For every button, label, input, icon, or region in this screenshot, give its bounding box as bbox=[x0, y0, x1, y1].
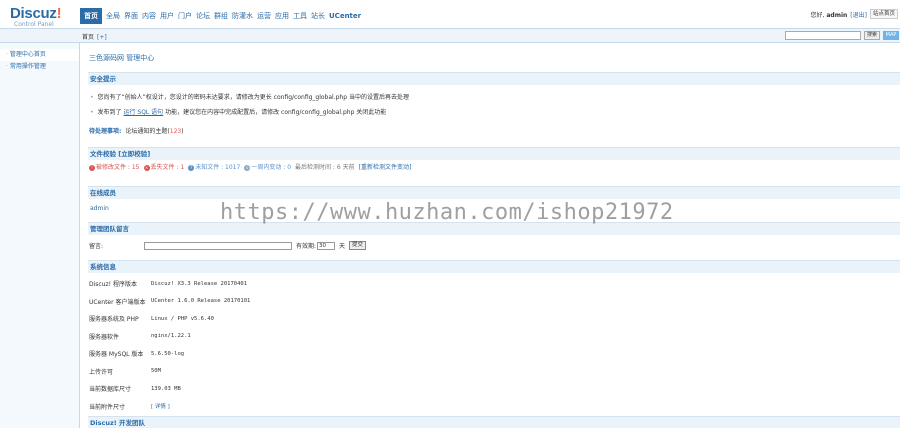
sidebar-item-dashboard[interactable]: · 管理中心首页 bbox=[0, 49, 79, 61]
section-online: 在线成员 bbox=[88, 186, 900, 199]
nav-extended[interactable]: 运营 bbox=[255, 8, 273, 24]
nav-forum[interactable]: 论坛 bbox=[194, 8, 212, 24]
table-row: 上传许可 50M bbox=[89, 368, 161, 376]
message-form: 留言: 有效期: 30 天 提交 bbox=[89, 241, 367, 250]
attachment-details-link[interactable]: [ 详情 ] bbox=[151, 402, 170, 410]
logout-link[interactable]: [退出] bbox=[850, 10, 867, 19]
bullet-icon: · bbox=[6, 63, 8, 70]
nav-founder[interactable]: 站长 bbox=[309, 8, 327, 24]
clock-icon: o bbox=[244, 165, 251, 171]
table-row: 服务器软件 nginx/1.22.1 bbox=[89, 333, 191, 341]
main-content: 三色源码网 管理中心 安全提示 • 您尚有了“创始人”权设计，您设计的密码未达要求… bbox=[80, 43, 900, 428]
week-changes[interactable]: o 一周内变动 : 0 bbox=[244, 162, 291, 171]
table-row: 服务器 MySQL 版本 5.6.50-log bbox=[89, 350, 185, 359]
add-shortcut-link[interactable]: [+] bbox=[97, 34, 107, 41]
security-tip-1: • 您尚有了“创始人”权设计，您设计的密码未达要求，请修改为更长 config/c… bbox=[90, 94, 409, 101]
nav-safe[interactable]: 防灌水 bbox=[230, 8, 255, 24]
greeting: 您好, admin bbox=[810, 11, 848, 19]
logo[interactable]: Discuz! Control Panel bbox=[10, 5, 62, 29]
question-icon: ? bbox=[188, 165, 195, 171]
table-row: 当前数据库尺寸 139.03 MB bbox=[89, 385, 181, 394]
user-area: 您好, admin [退出] 站点首页 bbox=[811, 9, 898, 19]
nav-portal[interactable]: 门户 bbox=[176, 8, 194, 24]
error-icon: × bbox=[143, 165, 150, 171]
modified-files[interactable]: ! 被修改文件 : 15 bbox=[89, 162, 140, 171]
table-row: Discuz! 程序版本 Discuz! X3.3 Release 2017040… bbox=[89, 280, 248, 289]
unknown-files[interactable]: ? 未知文件 : 1017 bbox=[188, 162, 240, 171]
table-row: UCenter 客户端版本 UCenter 1.6.0 Release 20170… bbox=[89, 298, 251, 306]
pending-count: 123 bbox=[169, 128, 182, 135]
nav-plugin[interactable]: 应用 bbox=[273, 8, 291, 24]
table-row: 服务器系统及 PHP Linux / PHP v5.6.40 bbox=[89, 315, 214, 324]
site-home-button[interactable]: 站点首页 bbox=[869, 9, 898, 19]
last-check: 最后检测时间 : 6 天前 bbox=[295, 164, 355, 171]
table-row: 当前附件尺寸[ 详情 ] bbox=[89, 402, 170, 411]
nav-user[interactable]: 用户 bbox=[158, 8, 176, 24]
nav-group[interactable]: 群组 bbox=[212, 8, 230, 24]
nav-content[interactable]: 内容 bbox=[140, 8, 158, 24]
nav-global[interactable]: 全局 bbox=[104, 8, 122, 24]
top-nav: 首页 全局 界面 内容 用户 门户 论坛 群组 防灌水 运营 应用 工具 站长 … bbox=[80, 8, 363, 24]
bullet-icon: · bbox=[6, 51, 8, 58]
search-button[interactable]: 搜索 bbox=[864, 31, 880, 40]
breadcrumb-home[interactable]: 首页 bbox=[82, 34, 94, 41]
online-user[interactable]: admin bbox=[90, 205, 109, 212]
recheck-link[interactable]: [重新检测文件变动] bbox=[359, 162, 412, 171]
nav-tools[interactable]: 工具 bbox=[291, 8, 309, 24]
section-dev-team: Discuz! 开发团队 bbox=[88, 416, 900, 428]
logo-text: Discuz! bbox=[10, 5, 62, 22]
map-button[interactable]: MAP bbox=[883, 31, 899, 40]
username: admin bbox=[826, 11, 848, 19]
message-input[interactable] bbox=[144, 241, 292, 250]
file-check-status: ! 被修改文件 : 15 × 丢失文件 : 1 ? 未知文件 : 1017 o 一周内变… bbox=[89, 162, 411, 171]
expire-label: 有效期: bbox=[296, 243, 317, 250]
page-title: 三色源码网 管理中心 bbox=[89, 54, 155, 62]
run-sql-link[interactable]: 运行 SQL 语句 bbox=[123, 109, 163, 116]
section-message: 管理团队留言 bbox=[88, 222, 900, 235]
section-system-info: 系统信息 bbox=[88, 260, 900, 273]
submit-message-button[interactable]: 提交 bbox=[349, 241, 367, 250]
expire-days-input[interactable]: 30 bbox=[317, 241, 336, 250]
section-file-check[interactable]: 文件校验 [立即校验] bbox=[88, 147, 900, 160]
message-label: 留言: bbox=[89, 243, 104, 250]
header: Discuz! Control Panel 首页 全局 界面 内容 用户 门户 … bbox=[0, 0, 900, 28]
sidebar: · 管理中心首页 · 常用操作管理 bbox=[0, 43, 80, 428]
sub-bar: 首页 [+] 搜索 MAP bbox=[0, 28, 900, 43]
expire-unit: 天 bbox=[339, 243, 346, 250]
search-input[interactable] bbox=[785, 31, 861, 40]
lost-files[interactable]: × 丢失文件 : 1 bbox=[143, 162, 184, 171]
warning-icon: ! bbox=[89, 165, 95, 171]
breadcrumb: 首页 [+] bbox=[82, 32, 107, 41]
system-info-table: Discuz! 程序版本 Discuz! X3.3 Release 2017040… bbox=[89, 275, 250, 415]
nav-style[interactable]: 界面 bbox=[122, 8, 140, 24]
sidebar-item-common-ops[interactable]: · 常用操作管理 bbox=[0, 61, 79, 73]
section-security: 安全提示 bbox=[88, 72, 900, 85]
security-tip-2: • 发布到了 运行 SQL 语句 功能，建议您在内容中完成配置后，请修改 conf… bbox=[90, 109, 387, 116]
nav-home[interactable]: 首页 bbox=[80, 8, 102, 24]
nav-ucenter[interactable]: UCenter bbox=[327, 8, 363, 24]
pending-items: 待处理事项: 论坛通知的主题(123) bbox=[89, 128, 184, 135]
